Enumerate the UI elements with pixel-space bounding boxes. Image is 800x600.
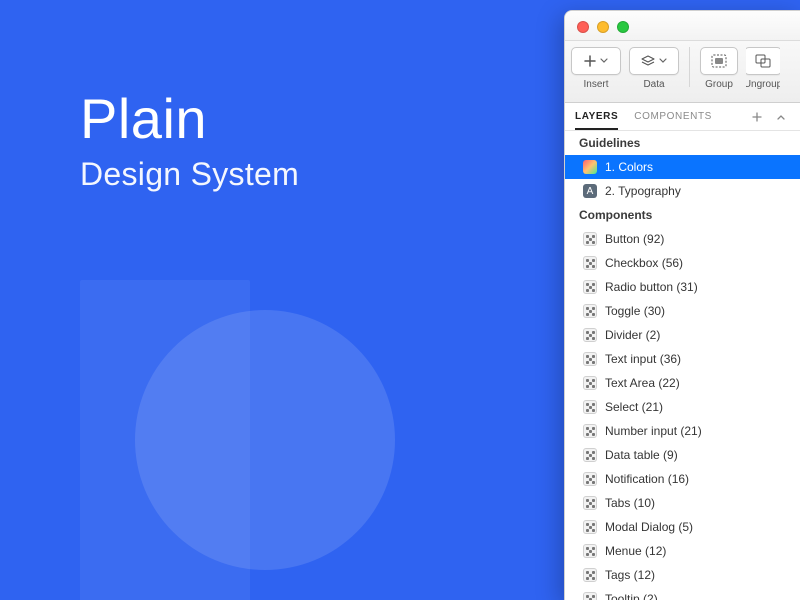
component-icon (583, 568, 597, 582)
collapse-button[interactable] (772, 108, 790, 126)
layer-label: Toggle (30) (605, 304, 665, 318)
component-icon (583, 352, 597, 366)
maximize-icon[interactable] (617, 21, 629, 33)
layer-label: Radio button (31) (605, 280, 698, 294)
panel-tabs: LAYERS COMPONENTS (565, 103, 800, 131)
layer-label: Tabs (10) (605, 496, 655, 510)
component-icon (583, 256, 597, 270)
component-item[interactable]: Tabs (10) (565, 491, 800, 515)
ungroup-icon (755, 54, 771, 68)
component-item[interactable]: Menue (12) (565, 539, 800, 563)
chevron-down-icon (600, 57, 608, 65)
add-page-button[interactable] (748, 108, 766, 126)
shape-circle (135, 310, 395, 570)
component-icon (583, 544, 597, 558)
hero-title: Plain (80, 88, 299, 150)
group-tool[interactable]: Group (700, 47, 738, 90)
layer-label: Number input (21) (605, 424, 702, 438)
component-icon (583, 448, 597, 462)
canvas-background: Plain Design System Insert (0, 0, 800, 600)
component-item[interactable]: Button (92) (565, 227, 800, 251)
typo-icon: A (583, 184, 597, 198)
layer-label: 1. Colors (605, 160, 653, 174)
insert-label: Insert (583, 79, 608, 90)
close-icon[interactable] (577, 21, 589, 33)
section-label: Guidelines (579, 136, 640, 150)
window-controls (577, 21, 629, 33)
component-item[interactable]: Select (21) (565, 395, 800, 419)
component-icon (583, 232, 597, 246)
component-item[interactable]: Toggle (30) (565, 299, 800, 323)
component-item[interactable]: Tags (12) (565, 563, 800, 587)
layer-label: Select (21) (605, 400, 663, 414)
component-icon (583, 592, 597, 600)
component-icon (583, 400, 597, 414)
layer-label: Text Area (22) (605, 376, 680, 390)
section-header-components: Components (565, 203, 800, 227)
data-label: Data (643, 79, 664, 90)
component-item[interactable]: Data table (9) (565, 443, 800, 467)
component-icon (583, 496, 597, 510)
rainbow-icon (583, 160, 597, 174)
layers-list[interactable]: Guidelines 1. Colors A 2. Typography Compone… (565, 131, 800, 600)
inspector-panel: Insert Data Group Ungroup (564, 10, 800, 600)
layer-label: Text input (36) (605, 352, 681, 366)
hero-block: Plain Design System (80, 88, 299, 193)
layer-label: Notification (16) (605, 472, 689, 486)
chevron-down-icon (659, 57, 667, 65)
component-icon (583, 472, 597, 486)
component-icon (583, 376, 597, 390)
component-item[interactable]: Tooltip (2) (565, 587, 800, 600)
layer-label: Button (92) (605, 232, 664, 246)
component-item[interactable]: Radio button (31) (565, 275, 800, 299)
component-item[interactable]: Number input (21) (565, 419, 800, 443)
component-icon (583, 424, 597, 438)
toolbar-separator (689, 47, 690, 87)
data-tool[interactable]: Data (629, 47, 679, 90)
layer-label: Tooltip (2) (605, 592, 658, 600)
component-item[interactable]: Checkbox (56) (565, 251, 800, 275)
layers-icon (641, 55, 655, 67)
tab-layers[interactable]: LAYERS (575, 105, 618, 130)
group-icon (711, 54, 727, 68)
component-item[interactable]: Text Area (22) (565, 371, 800, 395)
component-item[interactable]: Notification (16) (565, 467, 800, 491)
toolbar: Insert Data Group Ungroup (565, 41, 800, 103)
layer-label: Menue (12) (605, 544, 666, 558)
insert-tool[interactable]: Insert (571, 47, 621, 90)
component-item[interactable]: Modal Dialog (5) (565, 515, 800, 539)
plus-icon (584, 55, 596, 67)
plus-icon (752, 112, 762, 122)
ungroup-tool[interactable]: Ungroup (746, 47, 780, 90)
layer-label: 2. Typography (605, 184, 681, 198)
tab-components[interactable]: COMPONENTS (634, 105, 712, 128)
guideline-item[interactable]: 1. Colors (565, 155, 800, 179)
chevron-up-icon (776, 112, 786, 122)
group-label: Group (705, 79, 733, 90)
section-header-guidelines: Guidelines (565, 131, 800, 155)
component-item[interactable]: Text input (36) (565, 347, 800, 371)
component-item[interactable]: Divider (2) (565, 323, 800, 347)
layer-label: Data table (9) (605, 448, 678, 462)
component-icon (583, 304, 597, 318)
ungroup-label: Ungroup (746, 79, 780, 90)
layer-label: Modal Dialog (5) (605, 520, 693, 534)
window-titlebar[interactable] (565, 11, 800, 41)
layer-label: Checkbox (56) (605, 256, 683, 270)
component-icon (583, 280, 597, 294)
minimize-icon[interactable] (597, 21, 609, 33)
section-label: Components (579, 208, 652, 222)
layer-label: Tags (12) (605, 568, 655, 582)
component-icon (583, 328, 597, 342)
hero-subtitle: Design System (80, 156, 299, 193)
layer-label: Divider (2) (605, 328, 660, 342)
component-icon (583, 520, 597, 534)
hero-illustration (80, 280, 420, 600)
guideline-item[interactable]: A 2. Typography (565, 179, 800, 203)
